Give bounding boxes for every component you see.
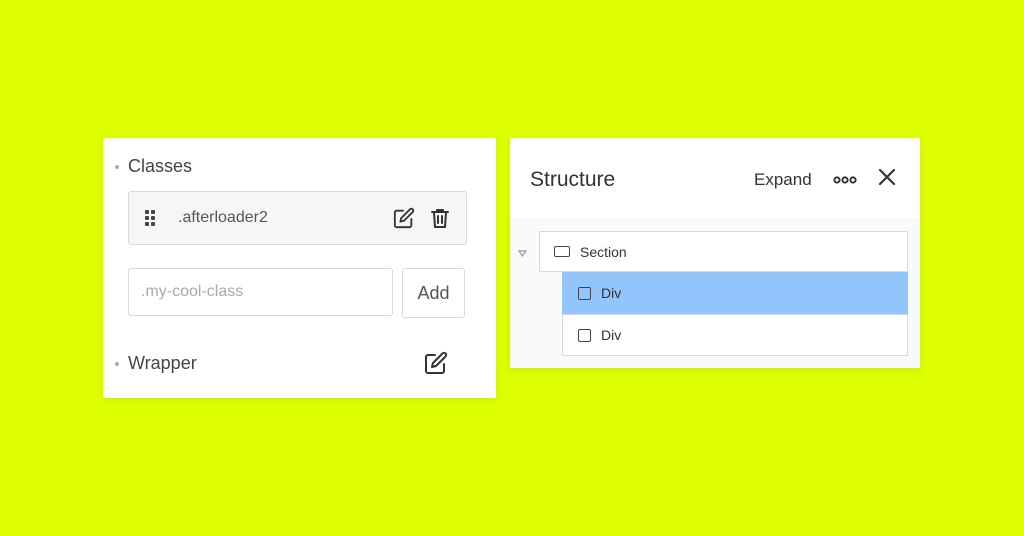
classes-heading: Classes <box>115 156 192 177</box>
more-icon[interactable] <box>833 172 857 190</box>
wrapper-heading: Wrapper <box>115 353 197 374</box>
structure-panel: Structure Expand Section Div Div <box>510 138 920 368</box>
wrapper-label: Wrapper <box>128 353 197 373</box>
div-icon <box>578 328 591 342</box>
close-icon[interactable] <box>877 167 897 192</box>
structure-title: Structure <box>530 168 616 191</box>
edit-icon[interactable] <box>424 351 448 375</box>
class-item: .afterloader2 <box>128 191 467 245</box>
node-label: Div <box>601 285 622 301</box>
node-label: Section <box>580 243 627 260</box>
node-label: Div <box>601 327 622 343</box>
bullet-dot <box>115 361 119 366</box>
tree-node-section[interactable]: Section <box>539 231 908 272</box>
tree-node-div[interactable]: Div <box>562 314 908 356</box>
div-icon <box>578 286 591 300</box>
class-name: .afterloader2 <box>178 209 268 226</box>
edit-icon[interactable] <box>392 206 416 230</box>
class-name-input[interactable] <box>128 268 393 316</box>
structure-header: Structure Expand <box>510 138 920 219</box>
section-icon <box>554 246 570 257</box>
structure-tree: Section Div Div <box>510 218 920 368</box>
add-class-button[interactable]: Add <box>402 268 465 318</box>
caret-down-icon[interactable] <box>517 244 528 262</box>
trash-icon[interactable] <box>428 206 452 230</box>
expand-button[interactable]: Expand <box>754 170 812 190</box>
classes-label: Classes <box>128 156 193 176</box>
bullet-dot <box>115 164 119 169</box>
drag-handle-icon[interactable] <box>145 210 157 226</box>
tree-node-div[interactable]: Div <box>562 272 908 314</box>
classes-panel: Classes .afterloader2 .my-cool-class Add… <box>103 138 496 398</box>
